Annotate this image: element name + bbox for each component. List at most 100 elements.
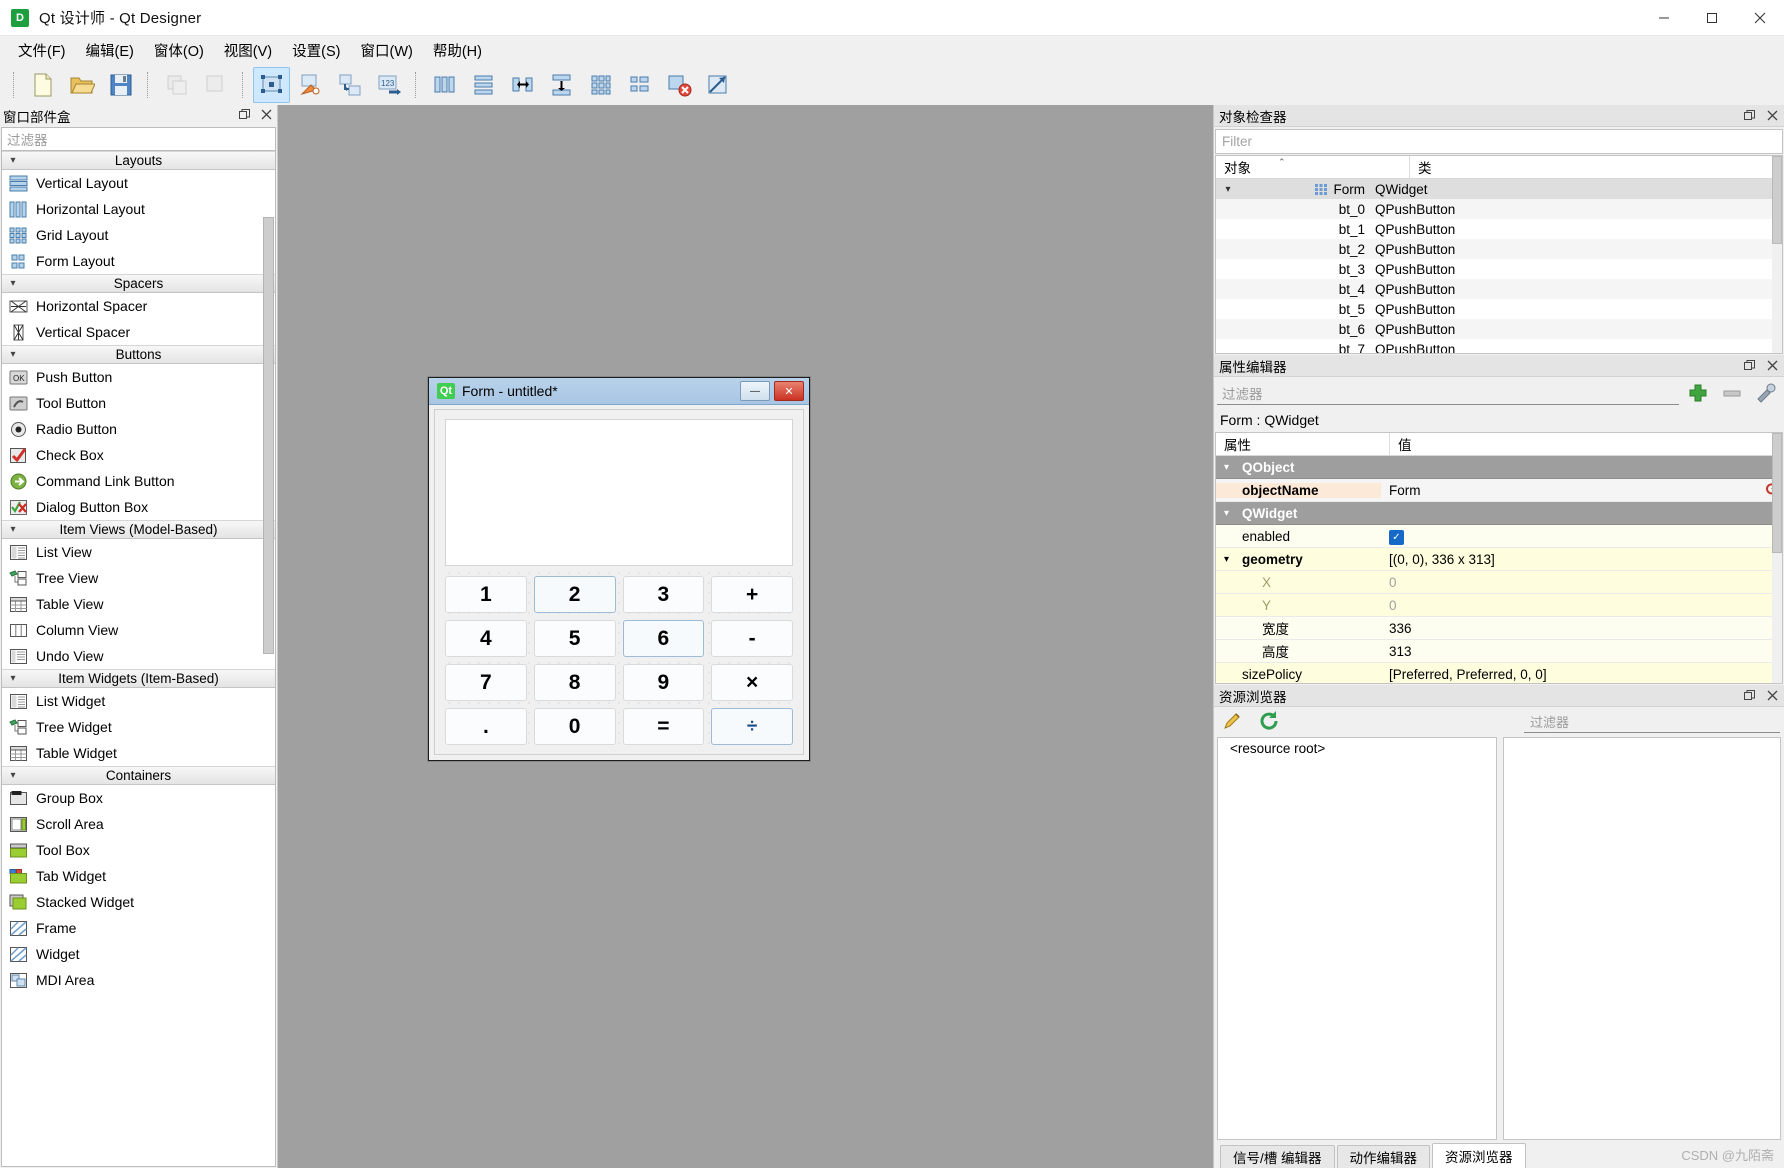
adjust-size-icon[interactable] [699, 67, 736, 103]
close-icon[interactable] [1765, 688, 1779, 702]
widget-item-grid-layout[interactable]: Grid Layout [2, 222, 275, 248]
menu-edit[interactable]: 编辑(E) [76, 36, 144, 65]
scrollbar-thumb[interactable] [1772, 156, 1782, 244]
calculator-key-3[interactable]: 3 [622, 576, 705, 613]
chevron-down-icon[interactable]: ▾ [1216, 184, 1240, 195]
object-inspector-row[interactable]: bt_1 QPushButton [1216, 219, 1782, 239]
form-window-title-bar[interactable]: Qt Form - untitled* — ✕ [429, 378, 809, 405]
widget-item-table-widget[interactable]: Table Widget [2, 740, 275, 766]
float-icon[interactable] [1742, 688, 1756, 702]
save-file-icon[interactable] [102, 67, 139, 103]
widget-item-stacked-widget[interactable]: Stacked Widget [2, 889, 275, 915]
widget-item-column-view[interactable]: Column View [2, 617, 275, 643]
widget-category-header[interactable]: ▾ Buttons [2, 345, 275, 364]
property-value[interactable]: 0 [1381, 575, 1782, 590]
object-inspector-row[interactable]: bt_6 QPushButton [1216, 319, 1782, 339]
calculator-key-plus[interactable]: + [711, 576, 793, 613]
edit-signals-slots-icon[interactable] [292, 67, 329, 103]
object-inspector-scrollbar[interactable] [1772, 156, 1782, 353]
layout-grid-icon[interactable] [582, 67, 619, 103]
widget-item-undo-view[interactable]: Undo View [2, 643, 275, 669]
property-editor-filter-input[interactable]: 过滤器 [1217, 381, 1679, 405]
calculator-key-1[interactable]: 1 [445, 576, 527, 613]
property-row[interactable]: ▾ geometry [(0, 0), 336 x 313] [1216, 548, 1782, 571]
close-icon[interactable] [1765, 358, 1779, 372]
add-property-icon[interactable] [1683, 380, 1713, 406]
layout-horizontal-icon[interactable] [426, 67, 463, 103]
widget-item-horizontal-layout[interactable]: Horizontal Layout [2, 196, 275, 222]
widget-item-push-button[interactable]: OK Push Button [2, 364, 275, 390]
property-row[interactable]: Y0 [1216, 594, 1782, 617]
widget-item-horizontal-spacer[interactable]: Horizontal Spacer [2, 293, 275, 319]
object-inspector-filter-input[interactable]: Filter [1215, 129, 1783, 154]
menu-form[interactable]: 窗体(O) [144, 36, 214, 65]
close-icon[interactable] [259, 107, 273, 121]
property-value[interactable]: 313 [1381, 644, 1782, 659]
menu-window[interactable]: 窗口(W) [350, 36, 422, 65]
widget-item-table-view[interactable]: Table View [2, 591, 275, 617]
calculator-key-multiply[interactable]: × [711, 664, 793, 701]
layout-splitter-v-icon[interactable] [543, 67, 580, 103]
float-icon[interactable] [1742, 358, 1756, 372]
widget-item-group-box[interactable]: Group Box [2, 785, 275, 811]
layout-vertical-icon[interactable] [465, 67, 502, 103]
pencil-icon[interactable] [1222, 710, 1244, 735]
calculator-display[interactable] [445, 419, 793, 566]
widget-category-header[interactable]: ▾ Spacers [2, 274, 275, 293]
form-close-button[interactable]: ✕ [774, 381, 804, 401]
break-layout-icon[interactable] [660, 67, 697, 103]
widget-item-widget[interactable]: Widget [2, 941, 275, 967]
redo-icon[interactable] [197, 67, 234, 103]
edit-widgets-icon[interactable] [253, 67, 290, 103]
calculator-key-equals[interactable]: = [622, 708, 705, 745]
widget-item-mdi-area[interactable]: MDI Area [2, 967, 275, 993]
tab-signal-slot-editor[interactable]: 信号/槽 编辑器 [1220, 1145, 1335, 1168]
maximize-icon[interactable] [1688, 0, 1736, 35]
scrollbar-thumb[interactable] [1772, 433, 1782, 553]
column-header-class[interactable]: 类 [1410, 156, 1782, 178]
property-value[interactable]: 0 [1381, 598, 1782, 613]
widget-item-form-layout[interactable]: Form Layout [2, 248, 275, 274]
property-row[interactable]: 宽度 336 [1216, 617, 1782, 640]
calculator-key-minus[interactable]: - [711, 620, 793, 657]
float-icon[interactable] [237, 107, 251, 121]
property-row[interactable]: objectName Form [1216, 479, 1782, 502]
menu-settings[interactable]: 设置(S) [282, 36, 350, 65]
object-inspector-row[interactable]: bt_2 QPushButton [1216, 239, 1782, 259]
calculator-key-8[interactable]: 8 [533, 664, 616, 701]
widget-item-check-box[interactable]: Check Box [2, 442, 275, 468]
property-value[interactable]: ✓ [1381, 528, 1782, 545]
form-canvas[interactable]: Qt Form - untitled* — ✕ 1 2 3 +4 5 6- 7 8 9 ×. 0 = ÷ [278, 105, 1213, 1168]
widget-category-header[interactable]: ▾ Layouts [2, 151, 275, 170]
widget-item-tree-widget[interactable]: Tree Widget [2, 714, 275, 740]
object-inspector-row[interactable]: bt_3 QPushButton [1216, 259, 1782, 279]
widget-item-list-view[interactable]: List View [2, 539, 275, 565]
calculator-key-divide[interactable]: ÷ [711, 708, 793, 745]
property-row[interactable]: enabled ✓ [1216, 525, 1782, 548]
widget-item-tool-box[interactable]: Tool Box [2, 837, 275, 863]
checkbox-checked-icon[interactable]: ✓ [1389, 529, 1404, 545]
resource-root-item[interactable]: <resource root> [1218, 738, 1496, 758]
calculator-key-5[interactable]: 5 [533, 620, 616, 657]
form-minimize-button[interactable]: — [740, 381, 770, 401]
remove-property-icon[interactable] [1717, 380, 1747, 406]
object-inspector-tree[interactable]: 对象 ⌃ 类 ▾ Form QWidget bt_0 QPushButton bt_1 QP… [1215, 155, 1783, 354]
property-row[interactable]: ▾ QObject [1216, 456, 1782, 479]
widget-item-frame[interactable]: Frame [2, 915, 275, 941]
calculator-key-2[interactable]: 2 [533, 576, 616, 613]
property-editor-scrollbar[interactable] [1772, 433, 1782, 683]
tab-action-editor[interactable]: 动作编辑器 [1336, 1145, 1431, 1168]
property-row[interactable]: sizePolicy [Preferred, Preferred, 0, 0] [1216, 663, 1782, 683]
widget-category-header[interactable]: ▾ Item Views (Model-Based) [2, 520, 275, 539]
layout-splitter-h-icon[interactable] [504, 67, 541, 103]
widget-item-tab-widget[interactable]: Tab Widget [2, 863, 275, 889]
object-inspector-row[interactable]: bt_4 QPushButton [1216, 279, 1782, 299]
resource-tree[interactable]: <resource root> [1217, 737, 1497, 1140]
resource-preview[interactable] [1503, 737, 1781, 1140]
edit-buddies-icon[interactable] [331, 67, 368, 103]
calculator-key-7[interactable]: 7 [445, 664, 527, 701]
column-header-value[interactable]: 值 [1390, 433, 1782, 455]
widget-box-filter-input[interactable]: 过滤器 [1, 127, 276, 151]
layout-form-icon[interactable] [621, 67, 658, 103]
object-inspector-row[interactable]: bt_5 QPushButton [1216, 299, 1782, 319]
